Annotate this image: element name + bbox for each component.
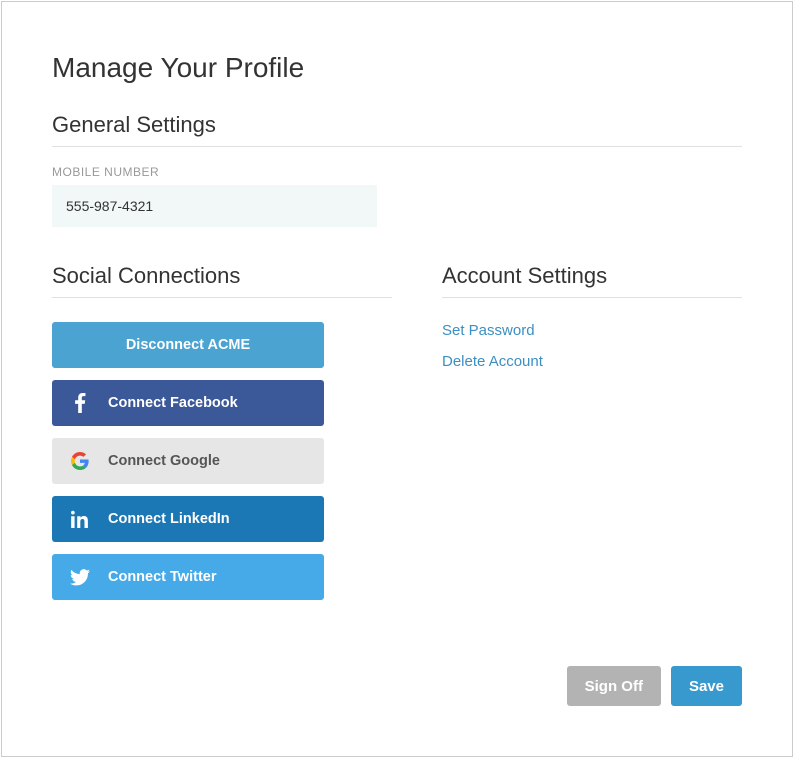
account-settings-section: Account Settings Set Password Delete Acc…	[442, 263, 742, 600]
general-settings-section: General Settings MOBILE NUMBER	[52, 112, 742, 227]
connect-google-label: Connect Google	[108, 453, 220, 469]
disconnect-acme-label: Disconnect ACME	[126, 337, 250, 353]
connect-linkedin-label: Connect LinkedIn	[108, 511, 230, 527]
social-connections-section: Social Connections Disconnect ACME Conne…	[52, 263, 392, 600]
profile-panel: Manage Your Profile General Settings MOB…	[1, 1, 793, 757]
facebook-icon	[52, 393, 108, 413]
social-connections-title: Social Connections	[52, 263, 392, 298]
connect-twitter-label: Connect Twitter	[108, 569, 216, 585]
disconnect-acme-button[interactable]: Disconnect ACME	[52, 322, 324, 368]
set-password-link[interactable]: Set Password	[442, 322, 742, 339]
footer-actions: Sign Off Save	[567, 666, 742, 706]
general-settings-title: General Settings	[52, 112, 742, 147]
linkedin-icon	[52, 510, 108, 528]
save-button[interactable]: Save	[671, 666, 742, 706]
google-icon	[52, 452, 108, 470]
connect-facebook-label: Connect Facebook	[108, 395, 238, 411]
connect-twitter-button[interactable]: Connect Twitter	[52, 554, 324, 600]
account-settings-title: Account Settings	[442, 263, 742, 298]
connect-google-button[interactable]: Connect Google	[52, 438, 324, 484]
twitter-icon	[52, 569, 108, 586]
delete-account-link[interactable]: Delete Account	[442, 353, 742, 370]
connect-facebook-button[interactable]: Connect Facebook	[52, 380, 324, 426]
connect-linkedin-button[interactable]: Connect LinkedIn	[52, 496, 324, 542]
mobile-number-label: MOBILE NUMBER	[52, 165, 742, 179]
mobile-number-input[interactable]	[52, 185, 377, 227]
page-title: Manage Your Profile	[52, 52, 742, 84]
sign-off-button[interactable]: Sign Off	[567, 666, 661, 706]
